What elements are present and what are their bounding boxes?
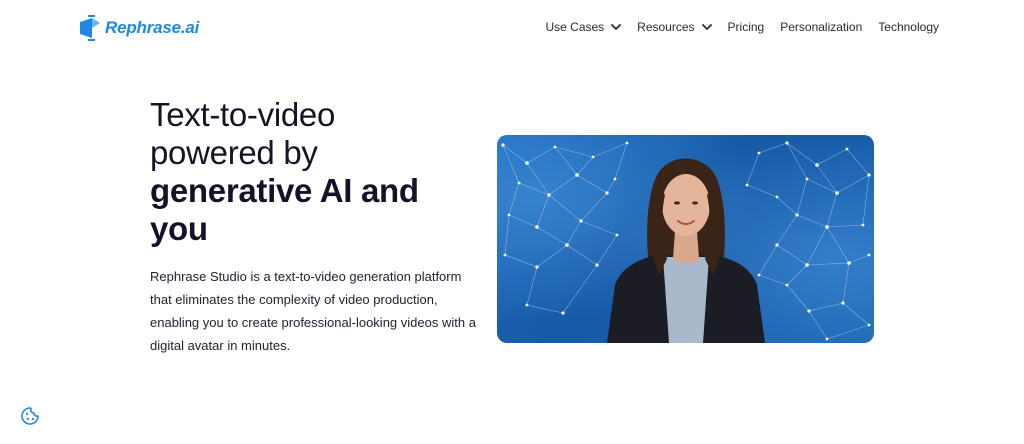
main-nav: Use Cases Resources Pricing Personalizat… [545,20,939,34]
nav-item-label: Pricing [727,20,765,34]
nav-item-use-cases[interactable]: Use Cases [545,20,622,34]
hero-title-line: generative AI and [150,172,419,209]
hero-title: Text-to-video powered by generative AI a… [150,96,480,248]
logo-text: Rephrase.ai [105,18,200,37]
chevron-down-icon [611,23,622,30]
nav-item-technology[interactable]: Technology [878,20,939,34]
cookie-settings-button[interactable] [17,403,43,429]
network-background-graphic [497,135,874,343]
nav-item-personalization[interactable]: Personalization [780,20,862,34]
site-header: Rephrase.ai Use Cases Resources Pricing … [0,0,1024,58]
nav-item-label: Personalization [780,20,863,34]
logo-link[interactable]: Rephrase.ai [78,14,199,42]
hero-title-line: Text-to-video [150,96,336,133]
nav-item-resources[interactable]: Resources [637,20,712,34]
hero-video[interactable] [497,135,874,343]
nav-item-label: Use Cases [545,20,605,34]
cookie-icon [21,407,39,425]
nav-item-label: Technology [878,20,939,34]
nav-item-label: Resources [637,20,695,34]
hero-description: Rephrase Studio is a text-to-video gener… [150,269,476,353]
hero-title-line: powered by [150,134,318,171]
nav-item-pricing[interactable]: Pricing [728,20,765,34]
rephrase-logo-icon [80,15,100,41]
chevron-down-icon [701,23,712,30]
hero-title-line: you [150,210,208,247]
